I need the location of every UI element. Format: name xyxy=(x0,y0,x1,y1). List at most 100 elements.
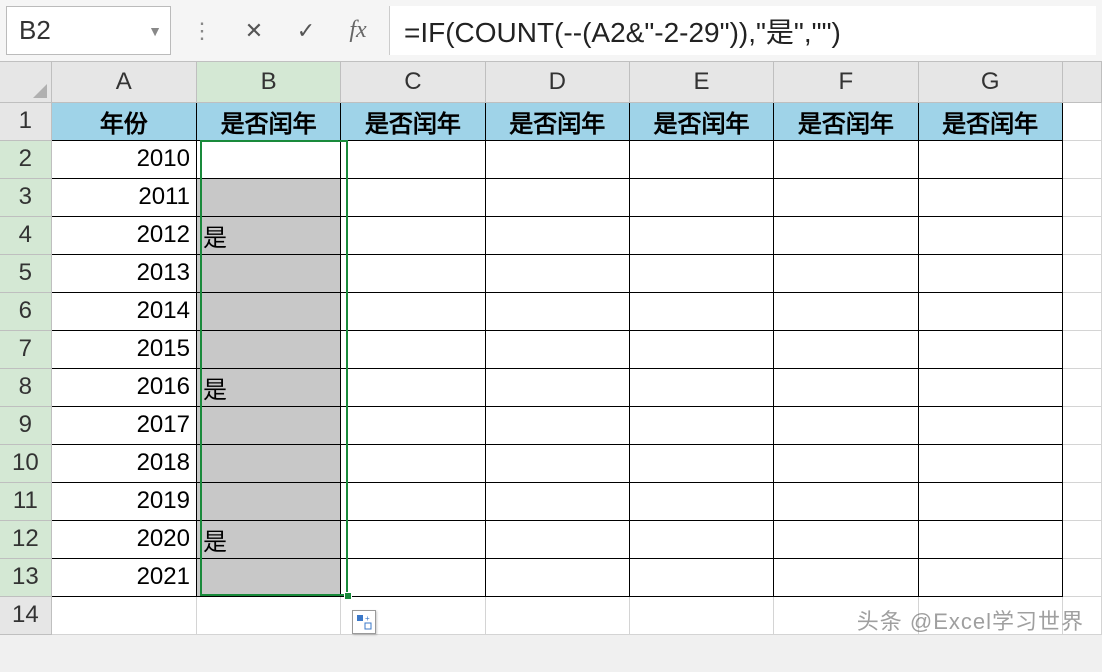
fill-handle[interactable] xyxy=(344,592,352,600)
cell-A3[interactable]: 2011 xyxy=(51,178,196,216)
cell-A1[interactable]: 年份 xyxy=(51,102,196,140)
cell-E8[interactable] xyxy=(629,368,773,406)
cell-A14[interactable] xyxy=(51,596,196,634)
cell-B8[interactable]: 是 xyxy=(196,368,340,406)
cell-A10[interactable]: 2018 xyxy=(51,444,196,482)
cell-G3[interactable] xyxy=(918,178,1062,216)
row-head-4[interactable]: 4 xyxy=(0,216,51,254)
cell-E14[interactable] xyxy=(629,596,773,634)
cell-B13[interactable] xyxy=(196,558,340,596)
cell-B3[interactable] xyxy=(196,178,340,216)
autofill-options-button[interactable]: + xyxy=(352,610,376,634)
cell-C8[interactable] xyxy=(341,368,485,406)
cell-E5[interactable] xyxy=(629,254,773,292)
cell-E2[interactable] xyxy=(629,140,773,178)
cell-C5[interactable] xyxy=(341,254,485,292)
cell-B12[interactable]: 是 xyxy=(196,520,340,558)
cell-C7[interactable] xyxy=(341,330,485,368)
cell-G2[interactable] xyxy=(918,140,1062,178)
cancel-icon[interactable]: ✕ xyxy=(233,6,275,55)
cell-F7[interactable] xyxy=(774,330,918,368)
cell-D3[interactable] xyxy=(485,178,629,216)
cell-C2[interactable] xyxy=(341,140,485,178)
row-head-10[interactable]: 10 xyxy=(0,444,51,482)
cell-C6[interactable] xyxy=(341,292,485,330)
cell-B6[interactable] xyxy=(196,292,340,330)
cell-D1[interactable]: 是否闰年 xyxy=(485,102,629,140)
cell-G12[interactable] xyxy=(918,520,1062,558)
chevron-down-icon[interactable]: ▼ xyxy=(148,23,162,39)
cell-B11[interactable] xyxy=(196,482,340,520)
cell-G9[interactable] xyxy=(918,406,1062,444)
fx-button[interactable]: fx xyxy=(337,6,379,55)
cell-D8[interactable] xyxy=(485,368,629,406)
col-head-D[interactable]: D xyxy=(485,62,629,102)
cell-D12[interactable] xyxy=(485,520,629,558)
row-head-5[interactable]: 5 xyxy=(0,254,51,292)
cell-A13[interactable]: 2021 xyxy=(51,558,196,596)
cell-D2[interactable] xyxy=(485,140,629,178)
col-head-B[interactable]: B xyxy=(196,62,340,102)
row-head-14[interactable]: 14 xyxy=(0,596,51,634)
cell-F11[interactable] xyxy=(774,482,918,520)
cell-C1[interactable]: 是否闰年 xyxy=(341,102,485,140)
cell-G13[interactable] xyxy=(918,558,1062,596)
cell-B4[interactable]: 是 xyxy=(196,216,340,254)
row-head-6[interactable]: 6 xyxy=(0,292,51,330)
col-head-E[interactable]: E xyxy=(629,62,773,102)
cell-D10[interactable] xyxy=(485,444,629,482)
cell-G6[interactable] xyxy=(918,292,1062,330)
cell-E1[interactable]: 是否闰年 xyxy=(629,102,773,140)
cell-B2[interactable] xyxy=(196,140,340,178)
cell-A5[interactable]: 2013 xyxy=(51,254,196,292)
cell-A2[interactable]: 2010 xyxy=(51,140,196,178)
row-head-8[interactable]: 8 xyxy=(0,368,51,406)
col-head-G[interactable]: G xyxy=(918,62,1062,102)
select-all-corner[interactable] xyxy=(0,62,51,102)
cell-B14[interactable] xyxy=(196,596,340,634)
cell-F8[interactable] xyxy=(774,368,918,406)
row-head-12[interactable]: 12 xyxy=(0,520,51,558)
cell-F10[interactable] xyxy=(774,444,918,482)
cell-C9[interactable] xyxy=(341,406,485,444)
cell-E4[interactable] xyxy=(629,216,773,254)
cell-G11[interactable] xyxy=(918,482,1062,520)
cell-G7[interactable] xyxy=(918,330,1062,368)
cell-G14[interactable] xyxy=(918,596,1062,634)
formula-input[interactable]: =IF(COUNT(--(A2&"-2-29")),"是","") xyxy=(389,6,1096,55)
cell-E11[interactable] xyxy=(629,482,773,520)
cell-D9[interactable] xyxy=(485,406,629,444)
row-head-3[interactable]: 3 xyxy=(0,178,51,216)
cell-G4[interactable] xyxy=(918,216,1062,254)
cell-D13[interactable] xyxy=(485,558,629,596)
cell-F5[interactable] xyxy=(774,254,918,292)
cell-C12[interactable] xyxy=(341,520,485,558)
cell-G1[interactable]: 是否闰年 xyxy=(918,102,1062,140)
cell-D4[interactable] xyxy=(485,216,629,254)
cell-A7[interactable]: 2015 xyxy=(51,330,196,368)
cell-F9[interactable] xyxy=(774,406,918,444)
cell-A8[interactable]: 2016 xyxy=(51,368,196,406)
row-head-11[interactable]: 11 xyxy=(0,482,51,520)
enter-icon[interactable]: ✓ xyxy=(285,6,327,55)
more-icon[interactable]: ⋮ xyxy=(181,6,223,55)
cell-F14[interactable] xyxy=(774,596,918,634)
col-head-F[interactable]: F xyxy=(774,62,918,102)
cell-A12[interactable]: 2020 xyxy=(51,520,196,558)
row-head-7[interactable]: 7 xyxy=(0,330,51,368)
cell-C3[interactable] xyxy=(341,178,485,216)
cell-F2[interactable] xyxy=(774,140,918,178)
cell-B10[interactable] xyxy=(196,444,340,482)
cell-F4[interactable] xyxy=(774,216,918,254)
name-box[interactable]: B2 ▼ xyxy=(6,6,171,55)
row-head-2[interactable]: 2 xyxy=(0,140,51,178)
cell-F1[interactable]: 是否闰年 xyxy=(774,102,918,140)
cell-B7[interactable] xyxy=(196,330,340,368)
cell-D7[interactable] xyxy=(485,330,629,368)
cell-E7[interactable] xyxy=(629,330,773,368)
cell-F6[interactable] xyxy=(774,292,918,330)
cell-G10[interactable] xyxy=(918,444,1062,482)
row-head-13[interactable]: 13 xyxy=(0,558,51,596)
cell-F3[interactable] xyxy=(774,178,918,216)
cell-D14[interactable] xyxy=(485,596,629,634)
